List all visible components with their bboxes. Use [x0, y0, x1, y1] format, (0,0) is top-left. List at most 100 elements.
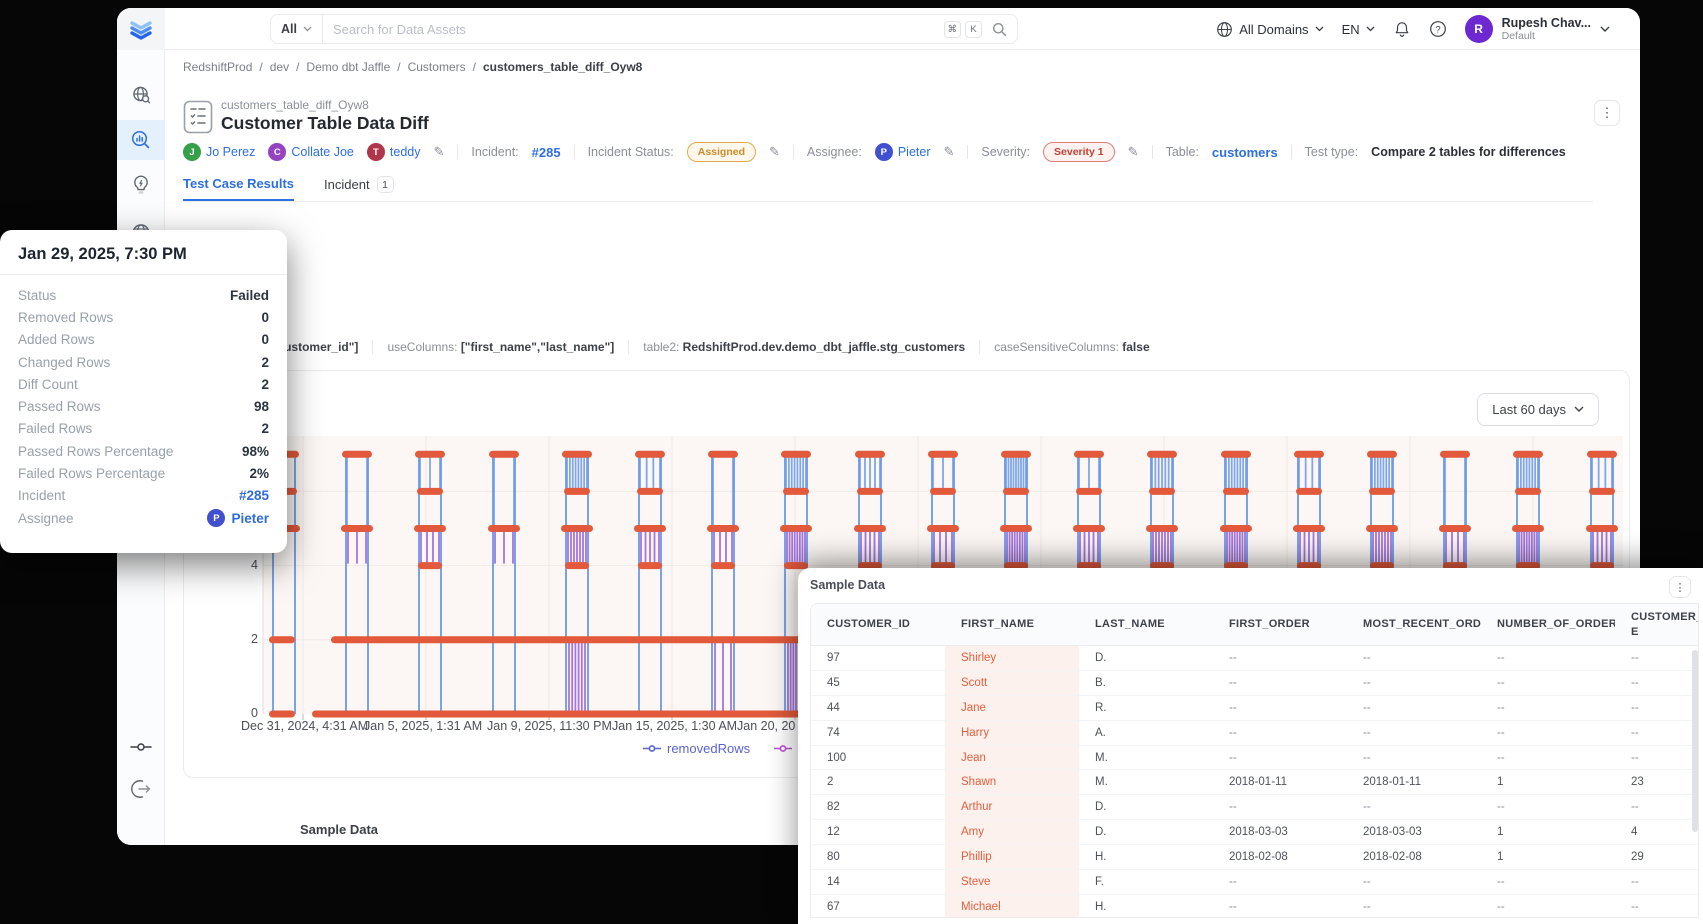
header-cell: MOST_RECENT_ORDER — [1347, 604, 1481, 645]
tooltip-row: Diff Count2 — [18, 373, 269, 395]
table-link[interactable]: customers — [1212, 145, 1278, 160]
severity-badge: Severity 1 — [1043, 142, 1115, 162]
table-cell: Shirley — [945, 646, 1079, 670]
sample-data-kebab-button[interactable]: ⋮ — [1669, 576, 1691, 598]
table-cell: -- — [1347, 721, 1481, 745]
sidebar-item-logout[interactable] — [117, 769, 165, 809]
domains-selector[interactable]: All Domains — [1216, 21, 1323, 38]
legend-removed-rows[interactable]: removedRows — [643, 741, 750, 756]
param-value: RedshiftProd.dev.demo_dbt_jaffle.stg_cus… — [683, 340, 966, 354]
owner-tag[interactable]: C Collate Joe — [268, 143, 354, 161]
edit-assignee-icon[interactable]: ✎ — [943, 144, 954, 160]
search-scope-select[interactable]: All — [271, 22, 322, 36]
table-cell: 2018-03-03 — [1213, 820, 1347, 844]
sidebar-item-pipeline[interactable] — [117, 727, 165, 767]
assignee-label: Assignee: — [807, 145, 862, 159]
sidebar-item-data-discovery[interactable] — [117, 75, 165, 115]
table-cell: -- — [1213, 870, 1347, 894]
table-cell: -- — [1615, 696, 1698, 720]
magnifier-chart-icon — [130, 129, 152, 151]
page-kebab-menu-button[interactable]: ⋮ — [1594, 100, 1620, 126]
tooltip-row: Passed Rows Percentage98% — [18, 440, 269, 462]
sample-data-table: CUSTOMER_IDFIRST_NAMELAST_NAMEFIRST_ORDE… — [810, 603, 1699, 918]
table-cell: 2018-01-11 — [1213, 770, 1347, 794]
test-case-icon — [183, 100, 213, 134]
owner-tag[interactable]: T teddy — [367, 143, 421, 161]
top-bar: All ⌘ K All Domains — [117, 8, 1640, 50]
breadcrumb-item[interactable]: Demo dbt Jaffle — [306, 60, 390, 74]
sidebar-item-insights[interactable] — [117, 165, 165, 205]
chevron-down-icon — [1574, 406, 1584, 413]
svg-text:?: ? — [1435, 24, 1440, 35]
table-cell: Shawn — [945, 770, 1079, 794]
breadcrumb-separator: / — [473, 60, 476, 74]
table-cell: -- — [1347, 746, 1481, 770]
table-cell: Amy — [945, 820, 1079, 844]
sidebar-item-data-quality[interactable] — [117, 120, 165, 160]
incident-label: Incident: — [471, 145, 518, 159]
edit-owners-icon[interactable]: ✎ — [433, 144, 444, 160]
breadcrumb-item[interactable]: dev — [270, 60, 289, 74]
table-cell: -- — [1213, 746, 1347, 770]
tooltip-incident-link[interactable]: #285 — [239, 488, 269, 503]
owner-tag[interactable]: J Jo Perez — [183, 143, 255, 161]
y-axis-tick: 0 — [240, 706, 258, 720]
incident-link[interactable]: #285 — [532, 145, 561, 160]
user-menu[interactable]: R Rupesh Chav... Default — [1465, 15, 1610, 43]
incident-status-label: Incident Status: — [588, 145, 674, 159]
top-bar-right: All Domains EN ? R Rupesh Chav... — [1216, 8, 1610, 50]
divider — [967, 145, 968, 159]
breadcrumb-item[interactable]: RedshiftProd — [183, 60, 252, 74]
table-scrollbar[interactable] — [1692, 650, 1698, 832]
table-cell: Jane — [945, 696, 1079, 720]
chevron-down-icon — [1366, 26, 1375, 32]
table-cell: D. — [1079, 795, 1213, 819]
table-cell: 2018-03-03 — [1347, 820, 1481, 844]
logout-icon — [130, 778, 152, 800]
divider — [979, 340, 980, 354]
table-header-row: CUSTOMER_IDFIRST_NAMELAST_NAMEFIRST_ORDE… — [811, 604, 1698, 646]
assignee-tag[interactable]: P Pieter — [875, 143, 931, 161]
help-icon[interactable]: ? — [1429, 20, 1447, 38]
app-logo[interactable] — [117, 8, 165, 50]
meta-row: J Jo Perez C Collate Joe T teddy ✎ Incid… — [183, 141, 1566, 163]
tab-incident[interactable]: Incident 1 — [324, 176, 394, 201]
bell-icon[interactable] — [1393, 20, 1411, 39]
table-cell: 67 — [811, 895, 945, 918]
table-cell: -- — [1347, 646, 1481, 670]
table-row: 67MichaelH.-------- — [811, 895, 1698, 918]
table-cell: -- — [1481, 795, 1615, 819]
param-label: caseSensitiveColumns: — [994, 340, 1119, 354]
table-cell: Jean — [945, 746, 1079, 770]
test-params-row: keyColumns: ["customer_id"] useColumns: … — [195, 340, 1150, 354]
header-cell: CUSTOMER_LIFET E — [1615, 604, 1698, 645]
tooltip-row: Passed Rows98 — [18, 395, 269, 417]
sample-data-panel: Sample Data ⋮ CUSTOMER_IDFIRST_NAMELAST_… — [798, 568, 1703, 924]
avatar: T — [367, 143, 385, 161]
table-cell: -- — [1481, 895, 1615, 918]
tooltip-incident-row: Incident #285 — [18, 485, 269, 507]
edit-severity-icon[interactable]: ✎ — [1128, 144, 1139, 160]
language-selector[interactable]: EN — [1342, 22, 1375, 37]
avatar: R — [1465, 15, 1493, 43]
tooltip-row: Failed Rows Percentage2% — [18, 462, 269, 484]
pipeline-icon — [130, 740, 152, 754]
table-cell: 2 — [811, 770, 945, 794]
table-cell: 80 — [811, 845, 945, 869]
param-value: ["first_name","last_name"] — [461, 340, 614, 354]
table-cell: -- — [1347, 696, 1481, 720]
breadcrumb-item[interactable]: Customers — [408, 60, 466, 74]
user-name: Rupesh Chav... — [1502, 16, 1591, 30]
table-cell: 74 — [811, 721, 945, 745]
table-cell: 2018-01-11 — [1347, 770, 1481, 794]
search-input[interactable] — [323, 22, 944, 37]
edit-status-icon[interactable]: ✎ — [769, 144, 780, 160]
tab-test-case-results[interactable]: Test Case Results — [183, 176, 294, 201]
date-range-select[interactable]: Last 60 days — [1477, 393, 1599, 426]
table-cell: Arthur — [945, 795, 1079, 819]
table-cell: -- — [1615, 870, 1698, 894]
chevron-down-icon — [1315, 26, 1324, 32]
cmd-key-badge: ⌘ — [944, 21, 962, 38]
search-icon[interactable] — [982, 22, 1017, 37]
table-cell: -- — [1481, 646, 1615, 670]
